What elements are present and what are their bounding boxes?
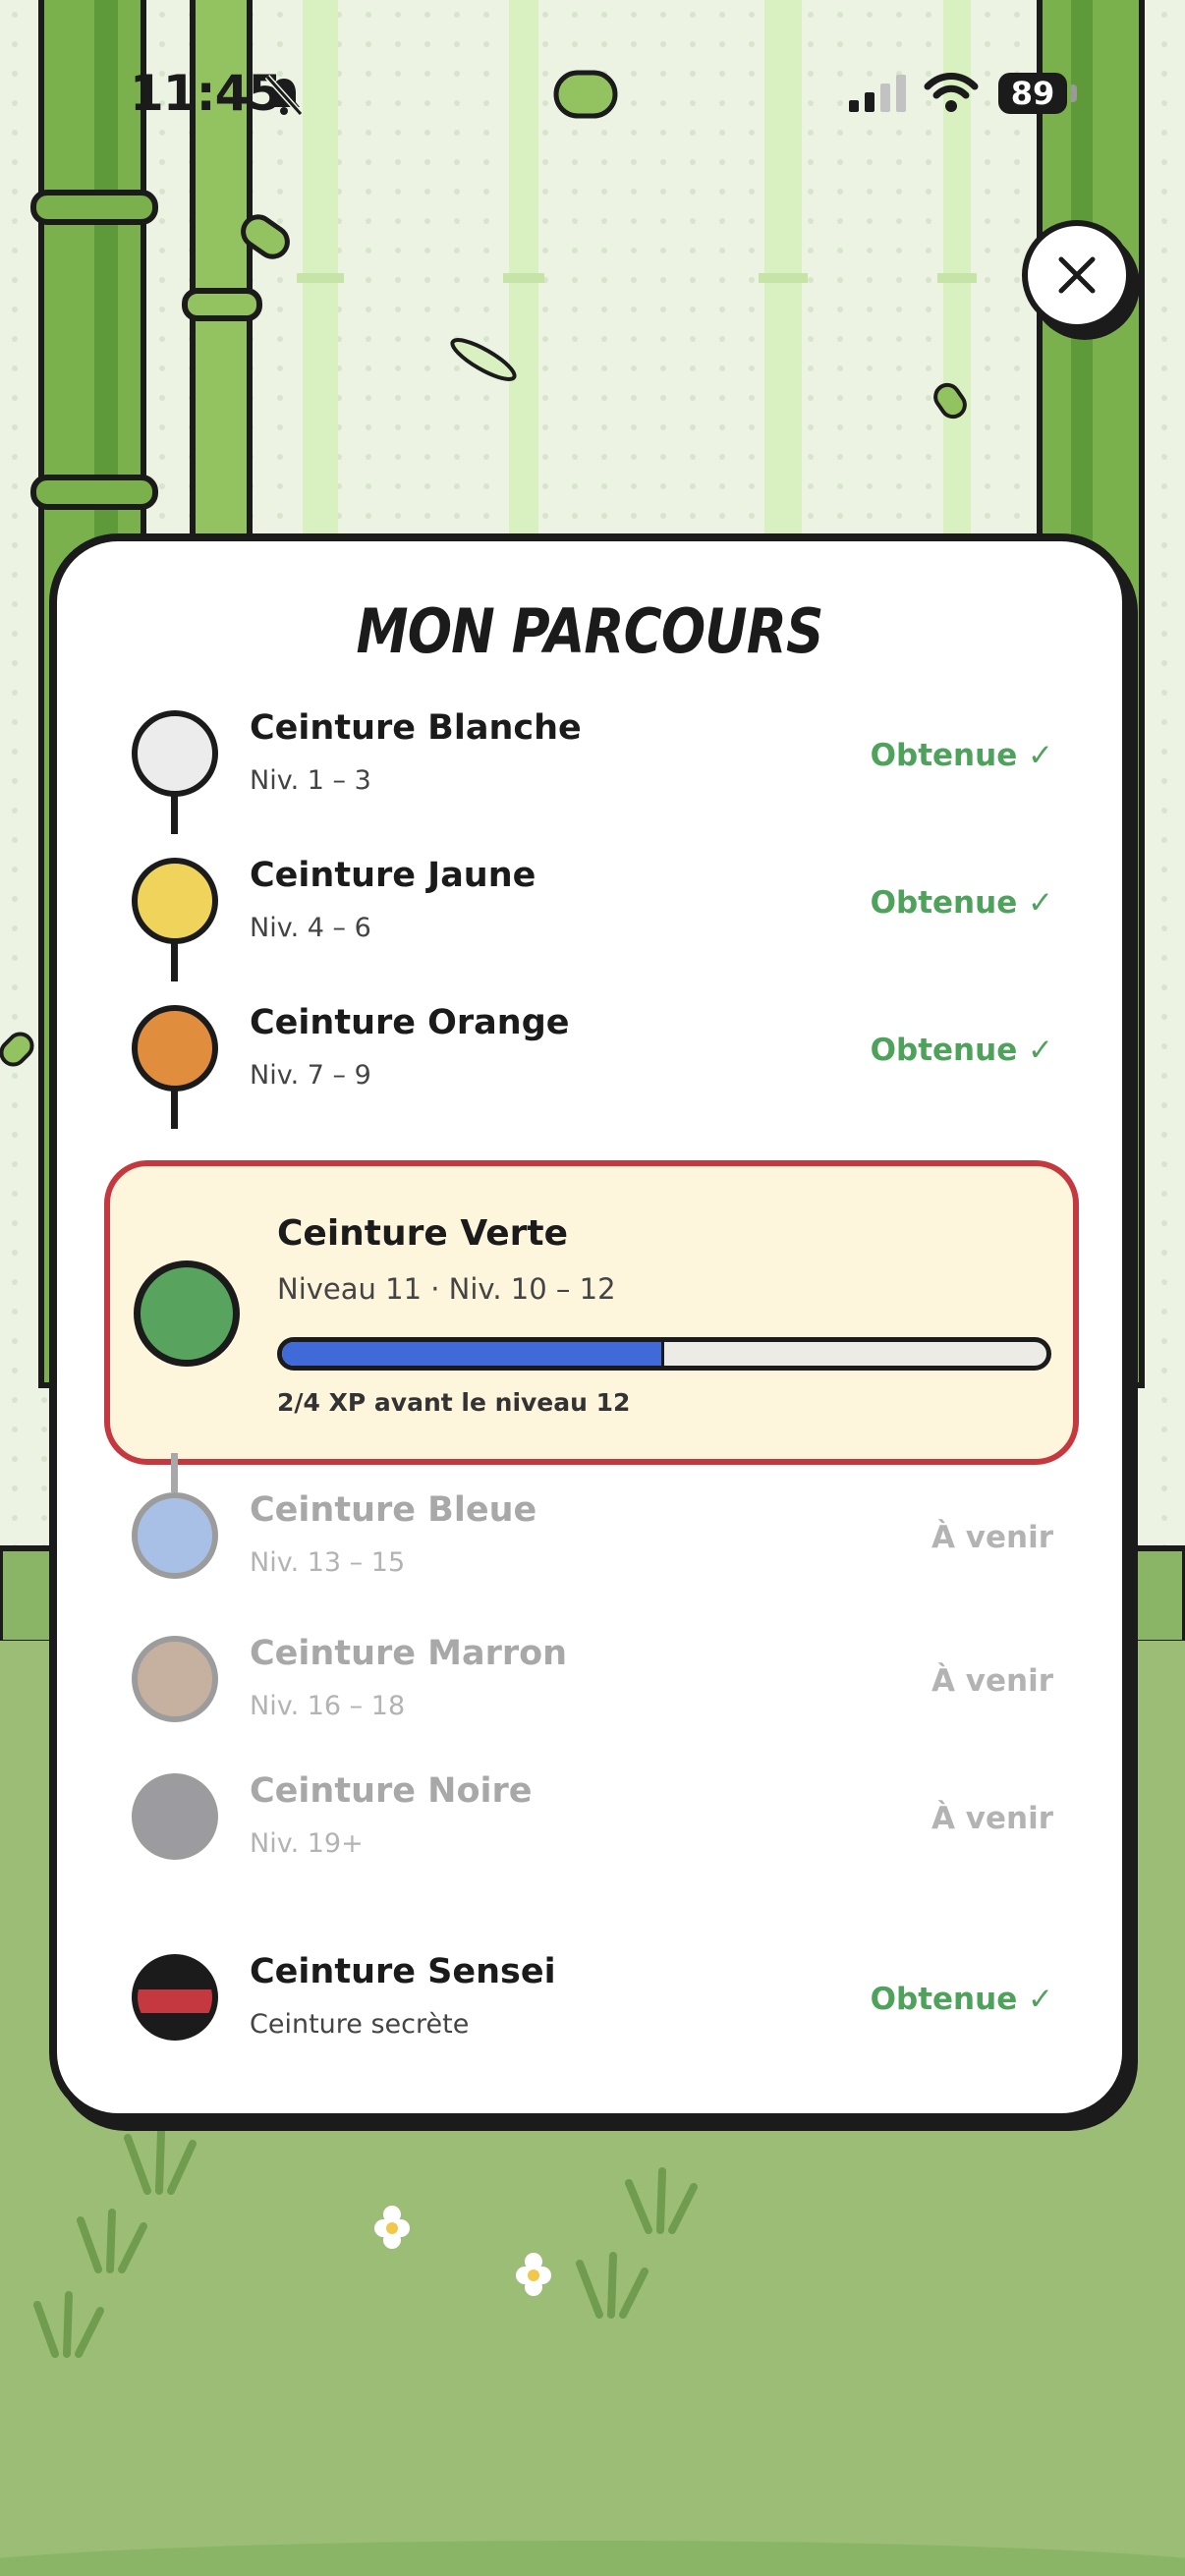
belt-connector: [171, 942, 178, 981]
belt-row-yellow: Ceinture Jaune Niv. 4 – 6 Obtenue ✓: [57, 856, 1122, 985]
belt-name: Ceinture Blanche: [250, 708, 582, 748]
belt-color-dot: [132, 1636, 218, 1722]
screen: 11:45 89 MON PARCOURS Ceinture Blanche N…: [0, 0, 1185, 2576]
status-bar: 11:45 89: [0, 0, 1185, 187]
belt-color-dot: [132, 1005, 218, 1092]
battery-cap: [1071, 84, 1077, 102]
wifi-icon: [924, 73, 979, 112]
belt-row-orange: Ceinture Orange Niv. 7 – 9 Obtenue ✓: [57, 1003, 1122, 1133]
close-button[interactable]: [1022, 220, 1132, 330]
belt-status: Obtenue ✓: [870, 738, 1053, 773]
belt-level-range: Niv. 1 – 3: [250, 765, 371, 796]
cellular-signal-icon: [849, 75, 906, 112]
belt-row-blue: Ceinture Bleue Niv. 13 – 15 À venir: [57, 1453, 1122, 1620]
current-belt-card: Ceinture Verte Niveau 11 · Niv. 10 – 12 …: [104, 1160, 1079, 1465]
belt-status: À venir: [931, 1520, 1053, 1555]
battery-icon: 89: [998, 73, 1067, 114]
belt-color-dot: [132, 858, 218, 944]
belt-row-white: Ceinture Blanche Niv. 1 – 3 Obtenue ✓: [57, 708, 1122, 838]
belt-name: Ceinture Sensei: [250, 1952, 556, 1991]
belt-level-range: Niv. 16 – 18: [250, 1691, 406, 1721]
status-time: 11:45: [130, 65, 282, 122]
belt-connector: [171, 1453, 178, 1492]
journey-card: MON PARCOURS Ceinture Blanche Niv. 1 – 3…: [49, 533, 1130, 2121]
sensei-belt-icon: [132, 1954, 218, 2041]
belt-connector: [171, 1090, 178, 1129]
belt-subtitle: Ceinture secrète: [250, 2009, 470, 2040]
bell-muted-icon: [264, 74, 304, 117]
belt-color-dot: [134, 1260, 240, 1367]
xp-progress-bar: [277, 1337, 1051, 1371]
xp-progress-fill: [282, 1342, 664, 1366]
belt-connector: [171, 795, 178, 834]
belt-color-dot: [132, 710, 218, 797]
belt-row-sensei: Ceinture Sensei Ceinture secrète Obtenue…: [57, 1952, 1122, 2082]
belt-row-brown: Ceinture Marron Niv. 16 – 18 À venir: [57, 1634, 1122, 1764]
belt-status: À venir: [931, 1801, 1053, 1836]
belt-color-dot: [132, 1773, 218, 1860]
belt-level-range: Niv. 7 – 9: [250, 1060, 371, 1091]
belt-status: Obtenue ✓: [870, 1033, 1053, 1068]
belt-name: Ceinture Orange: [250, 1003, 570, 1042]
current-belt-level: Niveau 11 · Niv. 10 – 12: [277, 1272, 616, 1306]
belt-status: Obtenue ✓: [870, 1982, 1053, 2017]
belt-status: À venir: [931, 1663, 1053, 1699]
close-icon: [1058, 256, 1096, 294]
belt-level-range: Niv. 19+: [250, 1828, 364, 1859]
page-title: MON PARCOURS: [356, 595, 824, 667]
belt-name: Ceinture Bleue: [250, 1490, 537, 1530]
belt-level-range: Niv. 13 – 15: [250, 1547, 406, 1578]
belt-level-range: Niv. 4 – 6: [250, 913, 371, 943]
current-belt-name: Ceinture Verte: [277, 1213, 569, 1254]
sensei-belt-stripe: [138, 1989, 212, 2013]
belt-name: Ceinture Noire: [250, 1771, 533, 1811]
belt-row-black: Ceinture Noire Niv. 19+ À venir: [57, 1771, 1122, 1901]
belt-color-dot: [132, 1492, 218, 1579]
belt-status: Obtenue ✓: [870, 885, 1053, 921]
belt-name: Ceinture Marron: [250, 1634, 568, 1673]
belt-name: Ceinture Jaune: [250, 856, 536, 895]
xp-remaining-text: 2/4 XP avant le niveau 12: [277, 1388, 631, 1417]
